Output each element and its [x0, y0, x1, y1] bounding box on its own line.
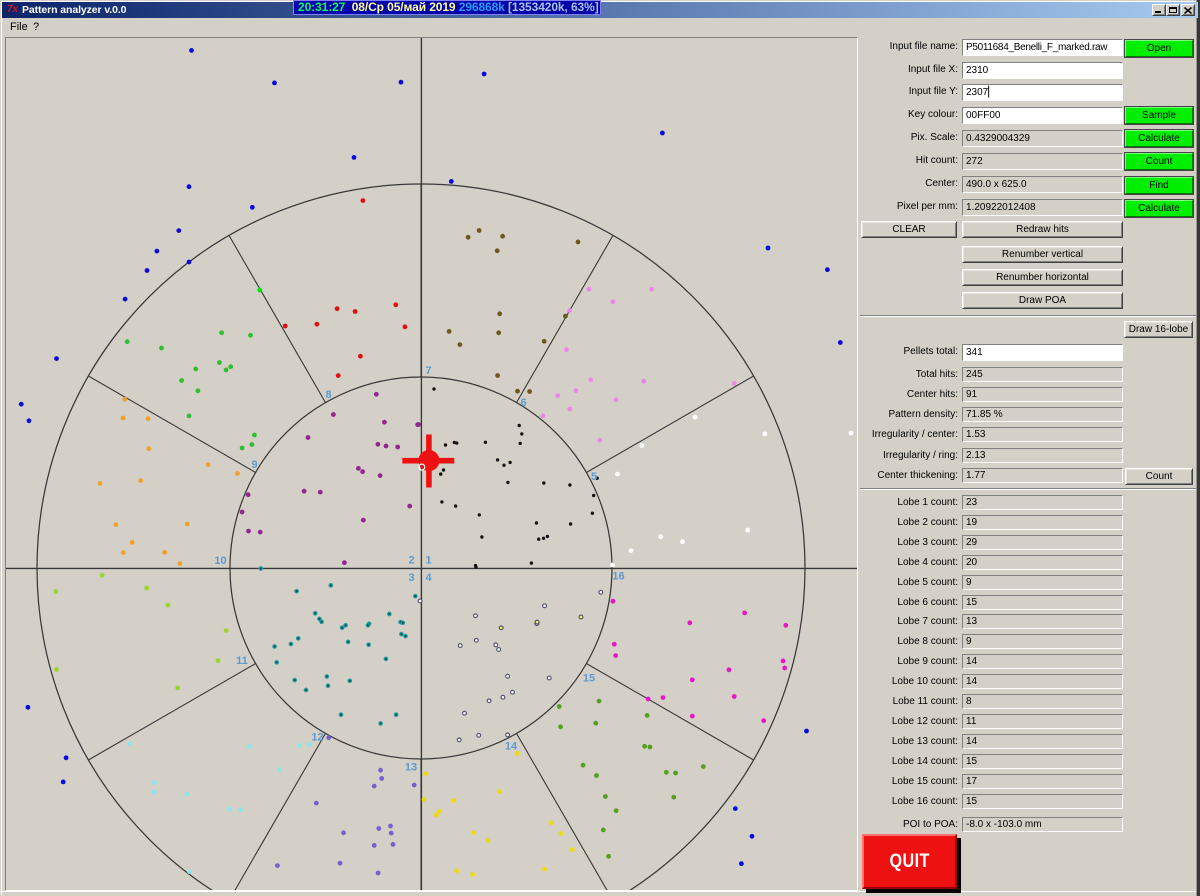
- svg-text:6: 6: [520, 397, 526, 409]
- svg-text:3: 3: [408, 572, 414, 584]
- svg-text:8: 8: [325, 389, 331, 401]
- svg-text:5: 5: [591, 471, 597, 483]
- svg-text:1: 1: [425, 555, 431, 567]
- svg-text:13: 13: [405, 762, 417, 774]
- svg-text:15: 15: [583, 673, 595, 685]
- svg-text:12: 12: [311, 732, 323, 744]
- svg-text:10: 10: [214, 555, 226, 567]
- svg-text:9: 9: [251, 459, 257, 471]
- svg-text:14: 14: [505, 741, 518, 753]
- svg-text:4: 4: [425, 572, 432, 584]
- svg-text:11: 11: [236, 655, 248, 667]
- svg-text:7: 7: [425, 365, 431, 377]
- svg-text:16: 16: [612, 571, 624, 583]
- svg-text:2: 2: [408, 555, 414, 567]
